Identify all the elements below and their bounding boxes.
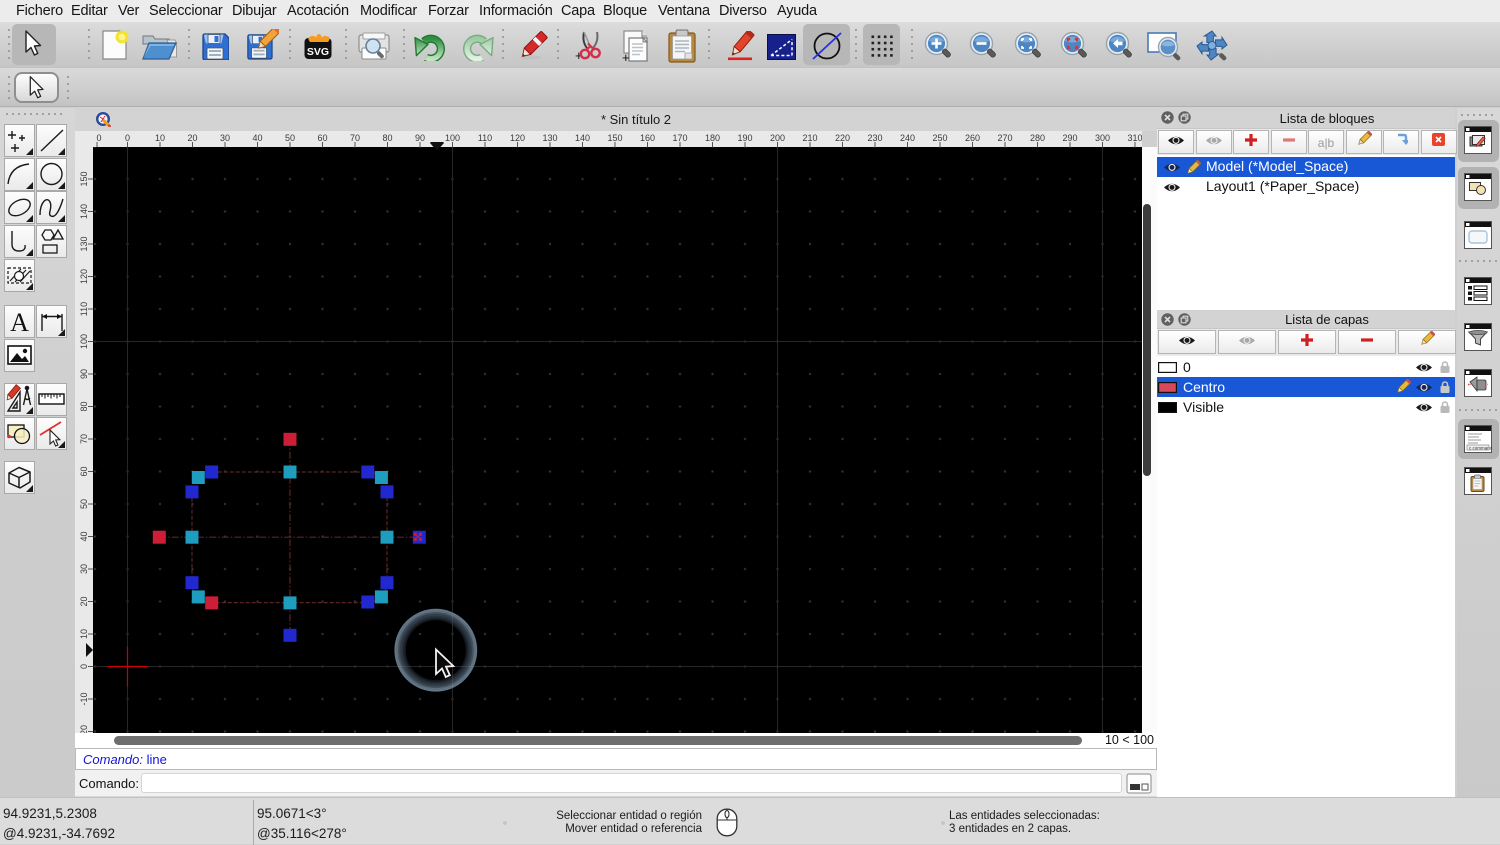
svg-text:50: 50 xyxy=(285,133,295,143)
svg-text:180: 180 xyxy=(705,133,720,143)
svg-text:60: 60 xyxy=(317,133,327,143)
svg-text:220: 220 xyxy=(835,133,850,143)
svg-text:130: 130 xyxy=(79,236,89,251)
svg-text:100: 100 xyxy=(445,133,460,143)
svg-text:0: 0 xyxy=(125,133,130,143)
svg-text:120: 120 xyxy=(510,133,525,143)
svg-text:80: 80 xyxy=(382,133,392,143)
svg-text:30: 30 xyxy=(79,564,89,574)
svg-text:-20: -20 xyxy=(79,725,89,733)
svg-text:140: 140 xyxy=(575,133,590,143)
svg-text:110: 110 xyxy=(478,133,492,143)
svg-text:290: 290 xyxy=(1062,133,1077,143)
svg-text:120: 120 xyxy=(79,269,89,284)
svg-text:70: 70 xyxy=(350,133,360,143)
svg-text:190: 190 xyxy=(737,133,752,143)
svg-text:100: 100 xyxy=(79,334,89,349)
svg-text:90: 90 xyxy=(415,133,425,143)
svg-text:260: 260 xyxy=(965,133,980,143)
svg-text:20: 20 xyxy=(79,596,89,606)
svg-text:170: 170 xyxy=(672,133,687,143)
svg-text:0: 0 xyxy=(96,133,101,143)
svg-text:240: 240 xyxy=(900,133,915,143)
svg-text:280: 280 xyxy=(1030,133,1045,143)
svg-text:160: 160 xyxy=(640,133,655,143)
svg-text:+: + xyxy=(622,50,630,63)
svg-text:40: 40 xyxy=(252,133,262,143)
svg-text:70: 70 xyxy=(79,434,89,444)
svg-text:90: 90 xyxy=(79,369,89,379)
svg-text:c command: c command xyxy=(1469,445,1492,450)
svg-text:110: 110 xyxy=(79,302,89,316)
svg-text:150: 150 xyxy=(607,133,622,143)
svg-text:0: 0 xyxy=(79,664,89,669)
svg-text:-10: -10 xyxy=(79,692,89,705)
svg-text:50: 50 xyxy=(79,499,89,509)
svg-text:150: 150 xyxy=(79,171,89,186)
svg-text:300: 300 xyxy=(1095,133,1110,143)
svg-text:130: 130 xyxy=(542,133,557,143)
svg-text:30: 30 xyxy=(220,133,230,143)
svg-text:40: 40 xyxy=(79,531,89,541)
svg-text:140: 140 xyxy=(79,204,89,219)
svg-text:270: 270 xyxy=(997,133,1012,143)
svg-text:60: 60 xyxy=(79,466,89,476)
svg-text:310: 310 xyxy=(1127,133,1142,143)
svg-text:200: 200 xyxy=(770,133,785,143)
svg-text:80: 80 xyxy=(79,401,89,411)
svg-text:SVG: SVG xyxy=(307,46,329,58)
svg-text:250: 250 xyxy=(932,133,947,143)
svg-text:10: 10 xyxy=(155,133,165,143)
svg-text:20: 20 xyxy=(187,133,197,143)
svg-text:10: 10 xyxy=(79,629,89,639)
svg-text:210: 210 xyxy=(802,133,817,143)
svg-text:A: A xyxy=(10,308,29,337)
svg-text:230: 230 xyxy=(867,133,882,143)
